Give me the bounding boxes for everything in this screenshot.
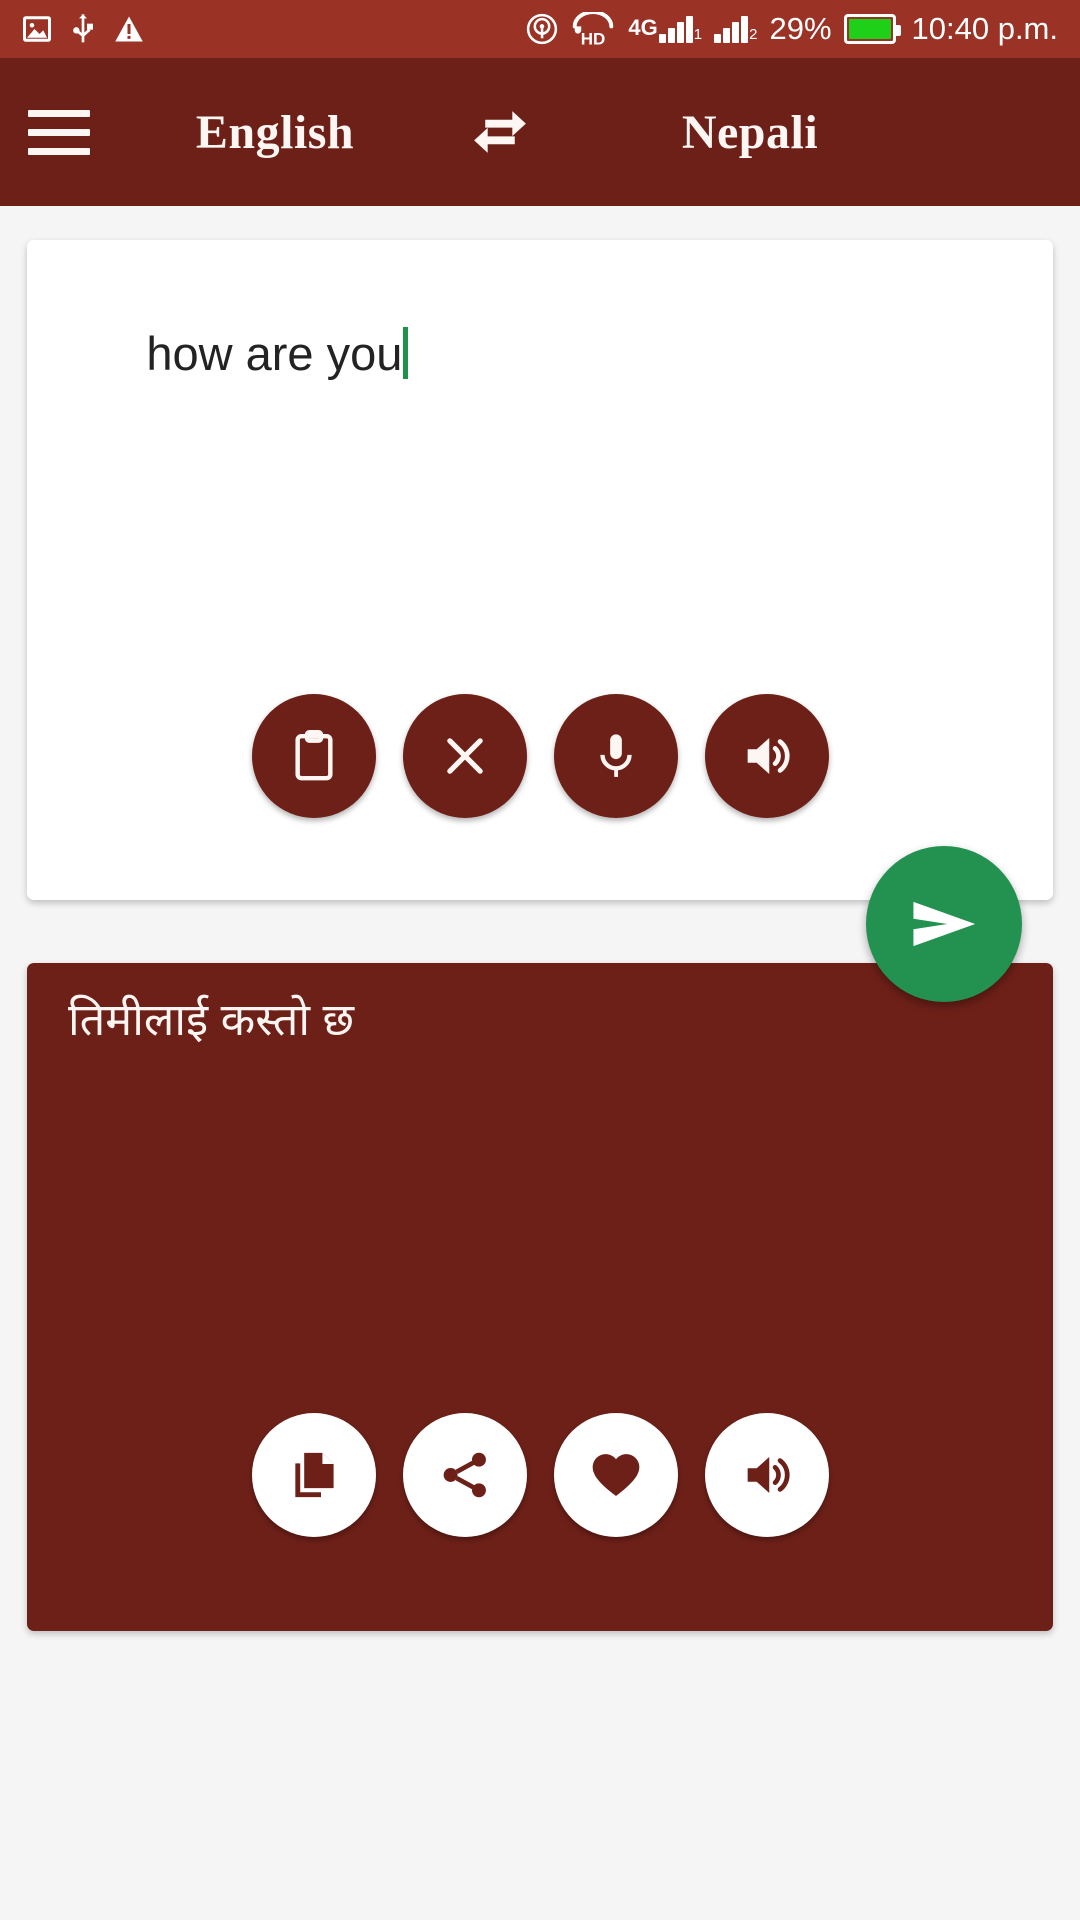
copy-icon: [286, 1447, 342, 1503]
translated-text: तिमीलाई कस्तो छ: [68, 994, 355, 1045]
battery-icon: [843, 14, 901, 44]
clear-button[interactable]: [402, 694, 527, 818]
output-action-row: [27, 1413, 1053, 1537]
output-card[interactable]: तिमीलाई कस्तो छ: [27, 963, 1053, 1631]
send-button[interactable]: [866, 846, 1022, 1002]
battery-percent-label: 29%: [769, 11, 832, 46]
input-card[interactable]: how are you: [27, 240, 1053, 900]
svg-text:HD: HD: [581, 30, 606, 46]
share-icon: [438, 1448, 492, 1502]
menu-button[interactable]: [0, 58, 110, 206]
send-icon: [905, 885, 983, 963]
share-button[interactable]: [402, 1413, 527, 1537]
input-action-row: [27, 694, 1053, 818]
mic-button[interactable]: [553, 694, 678, 818]
sim1-label: 1: [693, 26, 703, 43]
text-caret: [403, 326, 409, 379]
usb-icon: [70, 13, 96, 45]
app-bar: English Nepali: [0, 58, 1080, 206]
sim2-label: 2: [749, 26, 758, 43]
copy-button[interactable]: [251, 1413, 376, 1537]
source-text-value: how are you: [146, 326, 403, 380]
speaker-icon: [740, 729, 794, 783]
speak-input-button[interactable]: [704, 694, 829, 818]
network-type-label: 4G: [628, 15, 658, 40]
heart-icon: [588, 1447, 644, 1503]
swap-languages-button[interactable]: [440, 100, 560, 164]
app-screen: HD 4G 1 2 29% 10:40 p.m. English Nepali …: [0, 0, 1080, 1920]
status-bar: HD 4G 1 2 29% 10:40 p.m.: [0, 0, 1080, 58]
microphone-icon: [589, 729, 643, 783]
close-icon: [439, 730, 491, 782]
volte-hd-icon: HD: [570, 12, 616, 46]
target-language-button[interactable]: Nepali: [560, 105, 940, 160]
hamburger-icon-line: [28, 147, 90, 155]
source-text-input[interactable]: how are you: [68, 266, 993, 442]
paste-button[interactable]: [251, 694, 376, 818]
signal-sim2-icon: 2: [714, 15, 757, 43]
speaker-icon: [740, 1448, 794, 1502]
swap-icon: [468, 100, 532, 164]
speak-output-button[interactable]: [704, 1413, 829, 1537]
image-icon: [22, 14, 52, 44]
hamburger-icon-line: [28, 109, 90, 117]
clipboard-icon: [286, 728, 342, 784]
signal-sim1-icon: 4G 1: [628, 15, 702, 43]
status-bar-right-icons: HD 4G 1 2 29% 10:40 p.m.: [526, 11, 1058, 47]
source-language-button[interactable]: English: [110, 105, 440, 160]
warning-icon: [114, 15, 144, 43]
status-bar-left-icons: [22, 13, 144, 45]
favorite-button[interactable]: [553, 1413, 678, 1537]
status-bar-clock: 10:40 p.m.: [911, 11, 1058, 46]
hamburger-icon-line: [28, 128, 90, 136]
hotspot-icon: [526, 13, 558, 45]
